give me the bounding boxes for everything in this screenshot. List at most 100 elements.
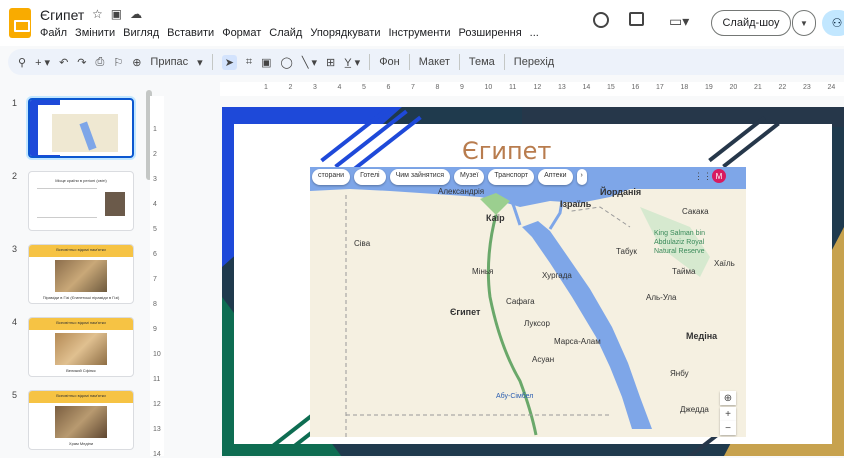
vertical-ruler: 1 2 3 4 5 6 7 8 9 10 11 12 13 14 xyxy=(150,96,164,458)
ruler-tick-label: 1 xyxy=(153,126,157,133)
paint-format-icon[interactable]: ⚐ xyxy=(113,56,123,69)
slide-thumbnail-1[interactable] xyxy=(28,98,134,158)
menu-more[interactable]: ... xyxy=(530,27,539,39)
frame-select-icon[interactable]: ⌗ xyxy=(246,56,252,69)
chip-things-to-do[interactable]: Чим зайнятися xyxy=(389,169,451,185)
ruler-tick-label: 14 xyxy=(153,451,161,458)
search-menus-icon[interactable]: ⚲ xyxy=(18,56,26,69)
ruler-tick-label: 5 xyxy=(153,226,157,233)
zoom-icon[interactable]: ⊕ xyxy=(132,56,141,69)
transition-button[interactable]: Перехід xyxy=(514,56,554,68)
chip-museums[interactable]: Музеї xyxy=(454,169,485,185)
line-icon[interactable]: ╲ ▾ xyxy=(302,56,317,69)
map-location-icon[interactable]: ⊕ xyxy=(720,391,736,405)
chevron-right-icon[interactable]: › xyxy=(576,169,587,185)
ruler-tick-label: 20 xyxy=(729,84,738,91)
chip-restaurants[interactable]: сторани xyxy=(312,169,351,185)
undo-icon[interactable]: ↶ xyxy=(59,56,68,69)
map-zoom-out-button[interactable]: − xyxy=(720,421,736,435)
chip-pharmacies[interactable]: Аптеки xyxy=(538,169,573,185)
map-label-luxor: Луксор xyxy=(524,319,550,328)
print-icon[interactable]: ⎙ xyxy=(96,56,105,69)
ruler-tick-label: 3 xyxy=(313,84,317,91)
menu-arrange[interactable]: Упорядкувати xyxy=(310,27,380,39)
input-tools-icon[interactable]: Y̲ ▾ xyxy=(344,56,360,69)
slides-logo-icon[interactable] xyxy=(9,8,31,38)
thumb-title: Всесвітньо відомі пам'ятки xyxy=(56,247,106,252)
redo-icon[interactable]: ↷ xyxy=(77,56,86,69)
comment-add-icon[interactable]: ⊞ xyxy=(326,56,335,69)
slide-thumbnail-2[interactable]: Місце країни в регіоні (світі) xyxy=(28,171,134,231)
ruler-tick-label: 24 xyxy=(827,84,836,91)
slide-thumbnail-5[interactable]: Всесвітньо відомі пам'ятки Храм Медіни xyxy=(28,390,134,450)
menu-slide[interactable]: Слайд xyxy=(269,27,302,39)
ruler-tick-label: 18 xyxy=(680,84,689,91)
star-icon[interactable]: ☆ xyxy=(92,7,103,21)
meet-camera-icon[interactable]: ▭▾ xyxy=(669,13,689,30)
menu-edit[interactable]: Змінити xyxy=(75,27,115,39)
select-cursor-icon[interactable]: ➤ xyxy=(221,54,237,70)
map-label-aswan: Асуан xyxy=(532,355,555,364)
history-icon[interactable] xyxy=(593,12,609,28)
layout-button[interactable]: Макет xyxy=(419,56,450,68)
shape-icon[interactable]: ◯ xyxy=(281,56,293,69)
ruler-tick-label: 10 xyxy=(484,84,493,91)
chip-transport[interactable]: Транспорт xyxy=(488,169,535,185)
ruler-tick-label: 11 xyxy=(509,84,517,91)
document-title[interactable]: Єгипет xyxy=(40,7,84,23)
chip-hotels[interactable]: Готелі xyxy=(354,169,386,185)
map-label-jordan: Йорданія xyxy=(600,187,642,197)
map-label-abu: Абу-Сімбел xyxy=(496,393,534,400)
background-button[interactable]: Фон xyxy=(379,56,400,68)
theme-button[interactable]: Тема xyxy=(469,56,495,68)
map-label-alexandria: Александрія xyxy=(438,187,485,196)
thumb-portrait xyxy=(105,192,125,216)
comments-icon[interactable] xyxy=(629,12,644,26)
ruler-tick-label: 12 xyxy=(533,84,542,91)
thumb-title: Місце країни в регіоні (світі) xyxy=(55,178,107,183)
menu-tools[interactable]: Інструменти xyxy=(388,27,450,39)
ruler-tick-label: 1 xyxy=(264,84,268,91)
map-image[interactable]: сторани Готелі Чим зайнятися Музеї Транс… xyxy=(310,167,746,437)
thumb-caption: Храм Медіни xyxy=(68,441,94,446)
slide-thumbnail-3[interactable]: Всесвітньо відомі пам'ятки Піраміди в Гі… xyxy=(28,244,134,304)
slide-title[interactable]: Єгипет xyxy=(462,137,551,165)
slide-thumbnail-4[interactable]: Всесвітньо відомі пам'ятки Великий Сфінк… xyxy=(28,317,134,377)
map-label-tabuk: Табук xyxy=(616,247,637,256)
ruler-tick-label: 16 xyxy=(631,84,640,91)
menu-extensions[interactable]: Розширення xyxy=(458,27,521,39)
slide-number: 3 xyxy=(12,244,18,254)
image-icon[interactable]: ▣ xyxy=(261,56,271,69)
slideshow-dropdown-icon[interactable]: ▼ xyxy=(792,10,816,36)
menu-insert[interactable]: Вставити xyxy=(167,27,214,39)
slide-number: 4 xyxy=(12,317,18,327)
ruler-tick-label: 4 xyxy=(153,201,157,208)
slide-canvas[interactable]: Єгипет сторани Готелі Чим зайнятися Музе… xyxy=(222,107,844,456)
zoom-dropdown-arrow-icon[interactable]: ▾ xyxy=(197,56,203,69)
ruler-tick-label: 23 xyxy=(803,84,811,91)
share-button[interactable]: ⚇ xyxy=(822,10,844,36)
slideshow-button[interactable]: Слайд-шоу xyxy=(711,10,791,36)
slide-number: 5 xyxy=(12,390,18,400)
thumb-text-lines xyxy=(37,188,97,218)
ruler-tick-label: 14 xyxy=(582,84,591,91)
ruler-tick-label: 7 xyxy=(153,276,157,283)
move-folder-icon[interactable]: ▣ xyxy=(111,7,122,21)
toolbar-divider xyxy=(408,54,410,70)
avatar[interactable]: M xyxy=(712,169,726,183)
cloud-status-icon[interactable]: ☁ xyxy=(130,7,142,21)
map-label-marsa: Марса-Алам xyxy=(554,337,601,346)
map-label-cairo: Каїр xyxy=(486,213,505,223)
map-label-haiel: Хаїль xyxy=(714,259,735,268)
map-zoom-in-button[interactable]: + xyxy=(720,407,736,421)
map-label-israel: Ізраїль xyxy=(560,199,592,209)
menu-file[interactable]: Файл xyxy=(40,27,67,39)
title-bar: Єгипет ☆ ▣ ☁ Файл Змінити Вигляд Вставит… xyxy=(0,0,844,46)
menu-view[interactable]: Вигляд xyxy=(123,27,159,39)
ruler-tick-label: 13 xyxy=(153,426,161,433)
new-slide-icon[interactable]: + ▾ xyxy=(35,56,50,69)
zoom-fit-dropdown[interactable]: Припас xyxy=(150,56,188,68)
horizontal-ruler: 1234567891011121314151617181920212223242… xyxy=(220,82,844,96)
menu-format[interactable]: Формат xyxy=(222,27,261,39)
ruler-tick-label: 12 xyxy=(153,401,161,408)
